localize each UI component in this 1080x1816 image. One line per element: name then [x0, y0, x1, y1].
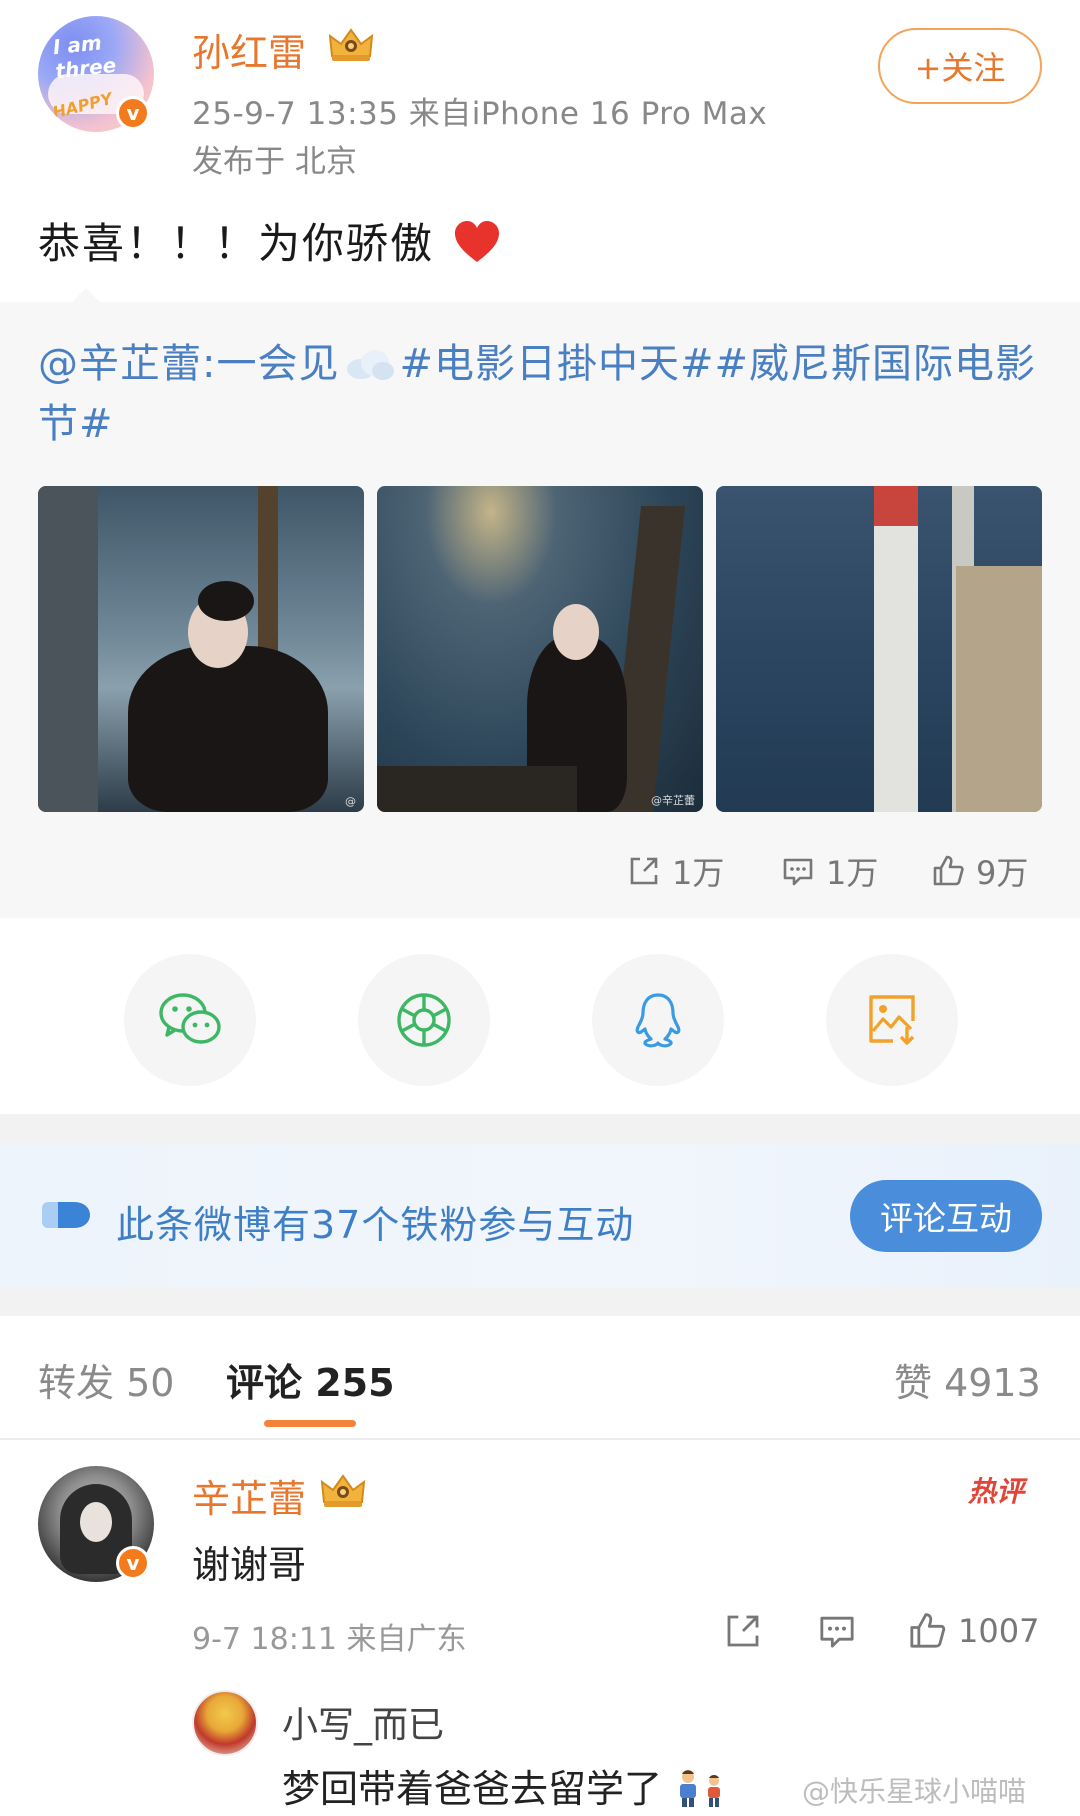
comment-text: 谢谢哥: [192, 1543, 307, 1587]
post-text: 恭喜！！！为你骄傲: [38, 210, 501, 271]
hot-comment-badge: 热评: [968, 1475, 1025, 1508]
tab-repost[interactable]: 转发 50: [38, 1352, 174, 1407]
photo-figure: [128, 646, 328, 812]
fans-banner-text: 此条微博有37个铁粉参与互动: [116, 1203, 635, 1247]
cloud-icon: [347, 350, 395, 380]
commenter-name[interactable]: 辛芷蕾: [192, 1468, 306, 1523]
save-image-icon: [869, 995, 915, 1045]
share-icon: [630, 857, 658, 885]
comment-reply-button[interactable]: [816, 1610, 858, 1656]
like-count-value: 9万: [976, 854, 1029, 892]
comment-like-button[interactable]: 1007: [906, 1610, 1039, 1652]
avatar-face: [80, 1502, 112, 1542]
moments-icon: [397, 993, 451, 1047]
comment-like-count: 1007: [958, 1612, 1040, 1650]
watermark: @快乐星球小喵喵: [802, 1775, 1027, 1808]
photo-2[interactable]: @辛芷蕾: [377, 486, 703, 812]
comment-interact-button[interactable]: 评论互动: [850, 1180, 1042, 1252]
photo-pole-red: [874, 486, 918, 526]
tab-like[interactable]: 赞 4913: [894, 1352, 1041, 1407]
tab-active-indicator: [264, 1420, 356, 1427]
post-meta: 25-9-7 13:35 来自iPhone 16 Pro Max: [192, 96, 768, 132]
wechat-icon: [159, 993, 221, 1044]
author-name[interactable]: 孙红雷: [192, 22, 306, 77]
repost-count[interactable]: 1万: [626, 848, 724, 894]
section-gap: [0, 1114, 1080, 1144]
reply-text-content: 梦回带着爸爸去留学了: [282, 1767, 663, 1811]
photo-pillar: [38, 486, 98, 812]
save-image-button[interactable]: [826, 954, 958, 1086]
post-location: 发布于 北京: [192, 144, 357, 180]
photo-watermark: @辛芷蕾: [651, 794, 695, 807]
repost-text: @辛芷蕾:一会见 #电影日掛中天##威尼斯国际电影节#: [38, 334, 1048, 454]
reply-avatar[interactable]: [192, 1690, 258, 1756]
post-text-content: 恭喜！！！为你骄傲: [38, 219, 435, 268]
photo-dock: [956, 566, 1042, 812]
thumbs-up-icon: [933, 855, 964, 886]
heart-icon: [455, 221, 500, 262]
share-icon: [727, 1615, 759, 1647]
reply-text: 梦回带着爸爸去留学了: [282, 1758, 730, 1813]
reply-author[interactable]: 小写_而已: [282, 1696, 444, 1748]
divider: [0, 1438, 1080, 1440]
fans-logo-icon: [42, 1202, 90, 1228]
family-emoji-icon: [680, 1770, 721, 1807]
section-gap: [0, 1288, 1080, 1316]
crown-icon: [318, 1472, 368, 1510]
comment-share-button[interactable]: [722, 1610, 764, 1656]
photo-3[interactable]: [716, 486, 1042, 812]
repost-mention[interactable]: @辛芷蕾:一会见: [38, 341, 339, 387]
photo-watermark: @: [345, 795, 356, 808]
repost-notch: [70, 288, 102, 304]
share-qq-button[interactable]: [592, 954, 724, 1086]
tab-comment[interactable]: 评论 255: [226, 1352, 395, 1407]
like-count[interactable]: 9万: [930, 848, 1028, 894]
crown-icon: [326, 26, 376, 64]
photo-1[interactable]: @: [38, 486, 364, 812]
qq-icon: [635, 993, 681, 1048]
repost-count-value: 1万: [672, 854, 725, 892]
photo-face: [553, 604, 599, 660]
comment-count-value: 1万: [826, 854, 879, 892]
comment-icon: [820, 1616, 854, 1648]
avatar-text: I am three: [51, 30, 118, 84]
share-moments-button[interactable]: [358, 954, 490, 1086]
photo-hair: [198, 581, 254, 621]
photo-pole-white: [874, 526, 918, 812]
share-wechat-button[interactable]: [124, 954, 256, 1086]
photo-dock: [377, 766, 577, 812]
comment-meta: 9-7 18:11 来自广东: [192, 1622, 467, 1657]
verified-badge-icon: v: [116, 96, 150, 130]
comment-count[interactable]: 1万: [780, 848, 878, 894]
comment-icon: [783, 858, 813, 886]
follow-button[interactable]: +关注: [878, 28, 1042, 104]
thumbs-up-icon: [910, 1613, 946, 1648]
verified-badge-icon: v: [116, 1546, 150, 1580]
